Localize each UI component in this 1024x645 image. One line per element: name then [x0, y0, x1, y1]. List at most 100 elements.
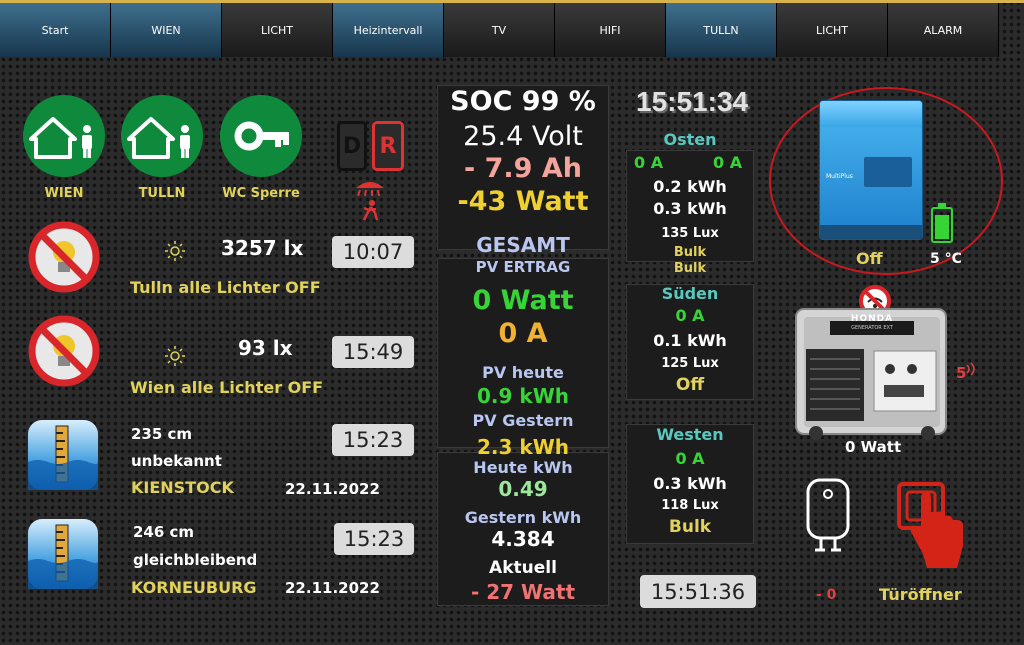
- battery-cap: [938, 203, 946, 207]
- aktuell-label: Aktuell: [489, 558, 557, 578]
- sun-icon: [165, 241, 185, 261]
- phone-r-icon[interactable]: R: [372, 121, 404, 171]
- tulln-light-time: 10:07: [332, 236, 414, 268]
- generator-model: GENERATOR EXT: [851, 325, 893, 331]
- no-light-icon[interactable]: [22, 314, 106, 388]
- sound-wave-icon: [966, 362, 975, 376]
- pv-gestern-value: 2.3 kWh: [477, 435, 569, 459]
- clock-bottom: 15:51:36: [640, 575, 756, 608]
- inverter-panel: [864, 157, 912, 187]
- wien-home-button[interactable]: [23, 95, 105, 177]
- wc-lock-button[interactable]: [220, 95, 302, 177]
- pv-gesamt-label: GESAMT: [476, 233, 570, 257]
- string-amp: 0 A: [675, 449, 705, 468]
- string-kwh: 0.1 kWh: [653, 331, 727, 350]
- gauge-date: 22.11.2022: [285, 579, 380, 597]
- tab-label: Heizintervall: [353, 23, 423, 37]
- tab-label: TULLN: [703, 23, 739, 37]
- gauge-station: KIENSTOCK: [131, 478, 234, 497]
- tulln-home-button[interactable]: [121, 95, 203, 177]
- no-light-icon[interactable]: [22, 220, 106, 294]
- pv-amp: 0 A: [498, 318, 548, 349]
- wien-light-time: 15:49: [332, 336, 414, 368]
- string-lux: 125 Lux: [661, 356, 719, 371]
- inverter-base: [820, 225, 922, 239]
- gauge-trend: unbekannt: [131, 452, 222, 470]
- tab-hifi[interactable]: HIFI: [555, 3, 666, 57]
- pv-ertrag-label: PV ERTRAG: [475, 258, 571, 276]
- string-state: Bulk: [668, 517, 712, 537]
- water-gauge-icon[interactable]: [26, 418, 100, 492]
- aktuell-value: - 27 Watt: [470, 580, 576, 604]
- tab-wien[interactable]: WIEN: [111, 3, 222, 57]
- string-state: Bulk: [673, 261, 707, 276]
- tab-label: HIFI: [599, 23, 621, 37]
- string-state: Bulk: [673, 245, 707, 260]
- battery-soc: SOC 99 %: [450, 86, 596, 117]
- battery-fill: [935, 215, 949, 239]
- generator-watt: 0 Watt: [845, 438, 902, 456]
- tab-start[interactable]: Start: [0, 3, 111, 57]
- gauge-level: 246 cm: [133, 523, 195, 541]
- gauge-trend: gleichbleibend: [133, 551, 258, 569]
- key-icon: [234, 121, 289, 151]
- tab-label: WIEN: [151, 23, 181, 37]
- inverter-top: [820, 101, 922, 127]
- generator-brand: HONDA: [850, 314, 894, 324]
- pv-heute-label: PV heute: [482, 363, 564, 382]
- door-opener-icon[interactable]: [893, 478, 975, 570]
- water-heater-icon[interactable]: [803, 474, 853, 560]
- phone-d-letter: D: [342, 133, 362, 159]
- string-amp: 0 A: [675, 306, 705, 325]
- inverter-device[interactable]: MultiPlus: [819, 100, 923, 240]
- string-kwh: 0.2 kWh: [653, 177, 727, 196]
- gauge-station: KORNEUBURG: [131, 578, 257, 597]
- home-person-icon: [29, 117, 92, 159]
- pv-heute-value: 0.9 kWh: [477, 384, 569, 408]
- pv-gestern-label: PV Gestern: [472, 411, 574, 430]
- heute-kwh-label: Heute kWh: [473, 458, 573, 477]
- string-amp: 0 A: [634, 153, 664, 172]
- tab-tulln[interactable]: TULLN: [666, 3, 777, 57]
- string-lux: 118 Lux: [661, 498, 719, 513]
- wien-lux-value: 93 lx: [238, 336, 293, 360]
- tulln-light-status: Tulln alle Lichter OFF: [130, 278, 321, 297]
- door-opener-label: Türöffner: [879, 585, 962, 604]
- sun-icon: [165, 346, 185, 366]
- wc-lock-label: WC Sperre: [222, 186, 300, 201]
- home-person-icon: [127, 117, 190, 159]
- tab-licht-2[interactable]: LICHT: [777, 3, 888, 57]
- phone-d-icon[interactable]: D: [337, 121, 367, 171]
- string-name: Osten: [663, 130, 717, 149]
- tab-label: TV: [491, 23, 507, 37]
- string-kwh: 0.3 kWh: [653, 474, 727, 493]
- water-gauge-icon[interactable]: [26, 517, 100, 591]
- tab-label: LICHT: [815, 23, 849, 37]
- tab-label: LICHT: [260, 23, 294, 37]
- gestern-kwh-label: Gestern kWh: [464, 508, 582, 527]
- tab-tv[interactable]: TV: [444, 3, 555, 57]
- gestern-kwh-value: 4.384: [491, 527, 555, 551]
- phone-r-letter: R: [379, 133, 397, 159]
- battery-watt: -43 Watt: [457, 186, 589, 217]
- inverter-temp: 5 °C: [930, 251, 962, 267]
- clock-top: 15:51:34: [636, 86, 749, 117]
- tab-label: Start: [41, 23, 69, 37]
- string-amp: 0 A: [713, 153, 743, 172]
- string-state: Off: [675, 375, 705, 395]
- wien-home-label: WIEN: [44, 186, 84, 201]
- gauge-time: 15:23: [332, 424, 414, 456]
- tab-alarm[interactable]: ALARM: [888, 3, 999, 57]
- pv-watt: 0 Watt: [472, 285, 574, 316]
- tulln-lux-value: 3257 lx: [221, 236, 304, 260]
- inverter-brand: MultiPlus: [826, 173, 853, 180]
- tab-heizintervall[interactable]: Heizintervall: [333, 3, 444, 57]
- string-name: Westen: [656, 425, 724, 444]
- top-nav: Start WIEN LICHT Heizintervall TV HIFI T…: [0, 3, 1002, 57]
- boiler-value: - 0: [816, 587, 837, 603]
- gauge-date: 22.11.2022: [285, 480, 380, 498]
- heute-kwh-value: 0.49: [498, 477, 548, 501]
- string-lux: 135 Lux: [661, 226, 719, 241]
- wien-light-status: Wien alle Lichter OFF: [130, 378, 324, 397]
- tab-licht[interactable]: LICHT: [222, 3, 333, 57]
